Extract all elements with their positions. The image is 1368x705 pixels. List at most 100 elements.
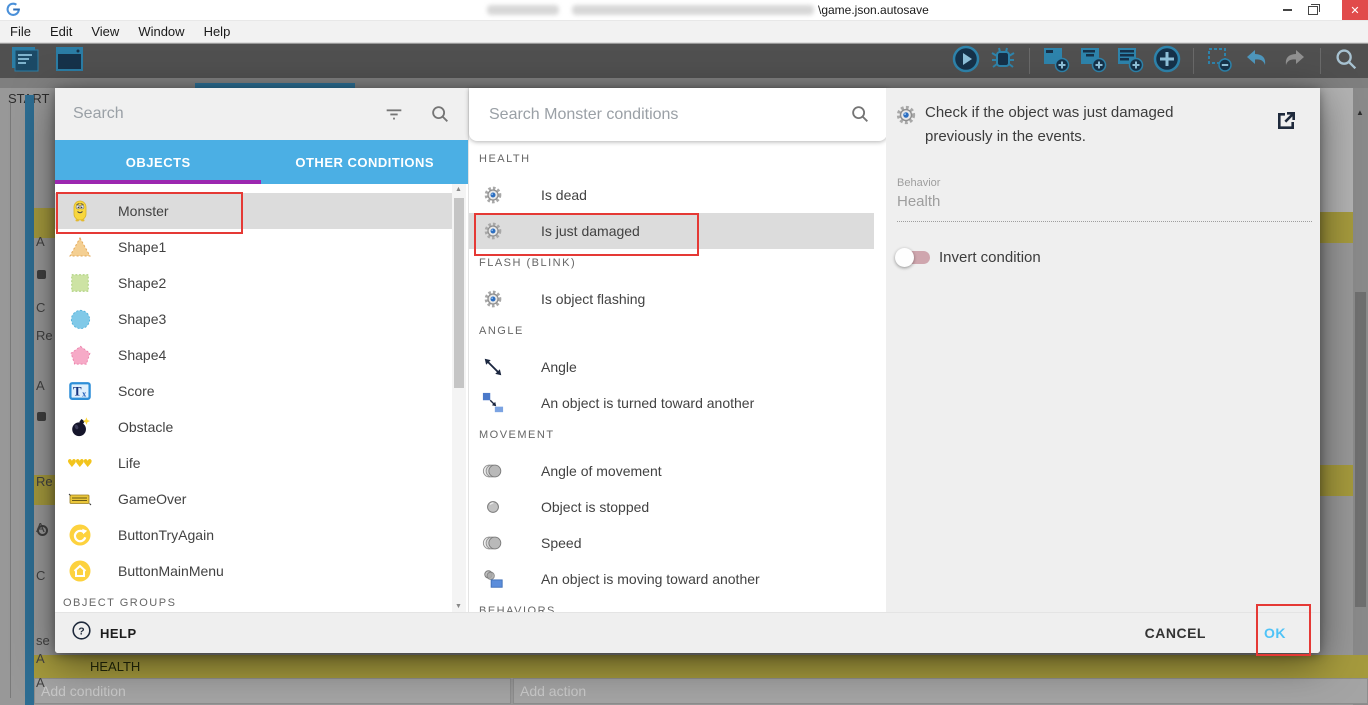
- condition-item-an-object-is-moving-toward-another[interactable]: An object is moving toward another: [469, 561, 874, 597]
- menu-help[interactable]: Help: [204, 24, 231, 39]
- minimize-button[interactable]: [1276, 0, 1298, 20]
- textobj-icon: Tx: [67, 380, 93, 402]
- dialog-right-panel: Check if the object was just damaged pre…: [886, 88, 1320, 612]
- object-item-obstacle[interactable]: Obstacle: [55, 409, 452, 445]
- object-item-label: Obstacle: [118, 419, 174, 435]
- object-item-label: Life: [118, 455, 141, 471]
- play-button[interactable]: [951, 44, 981, 79]
- add-comment-button[interactable]: [1115, 44, 1145, 79]
- help-button[interactable]: ? HELP: [71, 620, 137, 646]
- event-text-fragment: A: [36, 675, 45, 690]
- condition-item-speed[interactable]: Speed: [469, 525, 874, 561]
- object-search-input[interactable]: [71, 104, 365, 124]
- object-item-buttontryagain[interactable]: ButtonTryAgain: [55, 517, 452, 553]
- add-action-cell[interactable]: Add action: [513, 678, 1368, 704]
- menu-edit[interactable]: Edit: [50, 24, 72, 39]
- event-icon: [37, 270, 46, 279]
- window-title: \game.json.autosave: [818, 3, 929, 17]
- condition-item-label: An object is moving toward another: [541, 571, 760, 587]
- event-text-fragment: A: [36, 651, 45, 666]
- object-item-shape4[interactable]: Shape4: [55, 337, 452, 373]
- object-item-shape3[interactable]: Shape3: [55, 301, 452, 337]
- dialog-footer: ? HELP CANCEL OK: [55, 612, 1320, 653]
- search-icon[interactable]: [849, 103, 871, 130]
- object-list: Monster Shape1 Shape2 Shape3 Shape4 Tx Score Ob…: [55, 184, 452, 612]
- annotation-box-monster-row: [56, 192, 243, 234]
- condition-item-object-is-stopped[interactable]: Object is stopped: [469, 489, 874, 525]
- open-in-new-icon[interactable]: [1274, 109, 1298, 138]
- debug-button[interactable]: [988, 44, 1018, 79]
- object-item-score[interactable]: Tx Score: [55, 373, 452, 409]
- condition-description: Check if the object was just damaged pre…: [925, 104, 1174, 145]
- condition-item-an-object-is-turned-toward-another[interactable]: An object is turned toward another: [469, 385, 874, 421]
- event-group-health[interactable]: HEALTH: [34, 655, 1368, 678]
- redacted-title-segment: [487, 5, 559, 15]
- tab-objects[interactable]: OBJECTS: [55, 140, 262, 184]
- condition-item-angle-of-movement[interactable]: Angle of movement: [469, 453, 874, 489]
- annotation-box-ok-button: [1256, 604, 1311, 656]
- filter-icon[interactable]: [383, 103, 405, 130]
- delete-selection-button[interactable]: [1205, 44, 1235, 79]
- object-item-gameover[interactable]: GameOver: [55, 481, 452, 517]
- condition-item-label: Is dead: [541, 187, 587, 203]
- toolbar-separator: [1029, 48, 1030, 74]
- menu-view[interactable]: View: [91, 24, 119, 39]
- events-selection-bar: [25, 95, 34, 705]
- event-group-header: [1320, 212, 1353, 243]
- add-plus-icon: [1152, 44, 1182, 79]
- condition-item-is-dead[interactable]: Is dead: [469, 177, 874, 213]
- restore-button[interactable]: [1302, 0, 1324, 20]
- menu-file[interactable]: File: [10, 24, 31, 39]
- condition-item-is-object-flashing[interactable]: Is object flashing: [469, 281, 874, 317]
- event-text-fragment: A: [36, 378, 45, 393]
- toggle-thumb[interactable]: [895, 248, 914, 267]
- object-item-buttonmainmenu[interactable]: ButtonMainMenu: [55, 553, 452, 589]
- object-item-label: ButtonMainMenu: [118, 563, 224, 579]
- scroll-up-icon[interactable]: ▲: [455, 186, 462, 193]
- menu-bar: File Edit View Window Help: [0, 21, 1368, 43]
- object-item-label: ButtonTryAgain: [118, 527, 214, 543]
- condition-section-header: BEHAVIORS: [479, 605, 556, 612]
- close-button[interactable]: ✕: [1342, 0, 1368, 20]
- events-scrollbar-thumb[interactable]: [1355, 292, 1366, 607]
- search-button[interactable]: [1332, 45, 1360, 78]
- invert-condition-toggle[interactable]: [895, 248, 930, 267]
- triangle-icon: [67, 235, 93, 259]
- redo-button[interactable]: [1279, 44, 1309, 79]
- add-event-button[interactable]: [1041, 44, 1071, 79]
- redacted-title-segment: [572, 5, 814, 15]
- condition-section-header: ANGLE: [479, 325, 524, 337]
- object-item-label: Shape3: [118, 311, 167, 327]
- hearts-icon: ♥♥♥: [67, 452, 93, 474]
- condition-item-angle[interactable]: Angle: [469, 349, 874, 385]
- scroll-up-icon[interactable]: ▲: [1356, 108, 1364, 117]
- condition-item-label: Is object flashing: [541, 291, 646, 307]
- condition-search-input[interactable]: [487, 104, 821, 125]
- scroll-down-icon[interactable]: ▼: [455, 603, 462, 610]
- add-subevent-button[interactable]: [1078, 44, 1108, 79]
- object-item-shape2[interactable]: Shape2: [55, 265, 452, 301]
- angle-icon: [481, 356, 505, 378]
- condition-gear-icon: [895, 104, 917, 131]
- undo-button[interactable]: [1242, 44, 1272, 79]
- object-list-scrollbar[interactable]: ▲ ▼: [452, 184, 466, 612]
- help-label: HELP: [100, 625, 137, 641]
- condition-list: HEALTH Is dead Is just damaged FLASH (BLINK…: [469, 141, 874, 612]
- tab-other-conditions[interactable]: OTHER CONDITIONS: [262, 140, 469, 184]
- add-condition-cell[interactable]: Add condition: [34, 678, 511, 704]
- panel-window-button[interactable]: [52, 44, 86, 79]
- scrollbar-thumb[interactable]: [454, 198, 464, 388]
- behavior-field-value[interactable]: Health: [897, 193, 940, 210]
- condition-section-header: MOVEMENT: [479, 429, 555, 441]
- object-item-life[interactable]: ♥♥♥ Life: [55, 445, 452, 481]
- add-plus-button[interactable]: [1152, 44, 1182, 79]
- menu-window[interactable]: Window: [138, 24, 184, 39]
- play-icon: [951, 44, 981, 79]
- search-icon[interactable]: [429, 103, 451, 130]
- event-text-fragment: A: [36, 234, 45, 249]
- cancel-button[interactable]: CANCEL: [1139, 624, 1212, 642]
- object-item-shape1[interactable]: Shape1: [55, 229, 452, 265]
- panel-left-button[interactable]: [8, 44, 42, 79]
- toolbar-separator: [1320, 48, 1321, 74]
- event-text-fragment: se: [36, 633, 50, 648]
